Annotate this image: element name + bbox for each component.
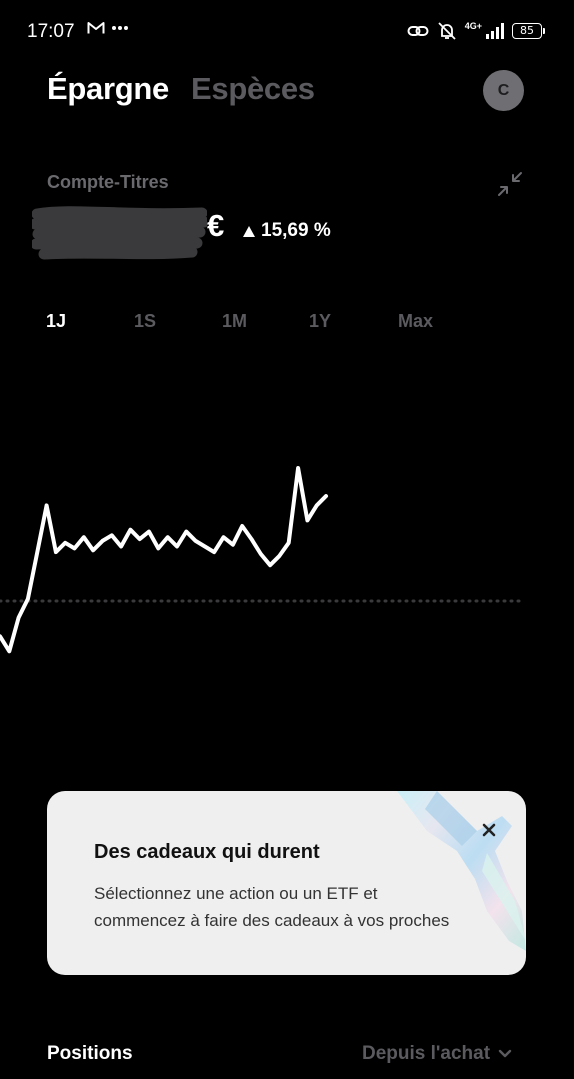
chevron-down-icon bbox=[498, 1049, 512, 1058]
range-tab-1j[interactable]: 1J bbox=[46, 311, 66, 332]
battery-level: 85 bbox=[520, 24, 534, 37]
more-dots-icon bbox=[112, 26, 128, 30]
signal-icon bbox=[486, 23, 504, 39]
close-icon bbox=[482, 823, 496, 837]
tab-epargne[interactable]: Épargne bbox=[47, 71, 169, 107]
promo-text-line-1: Sélectionnez une action ou un ETF et bbox=[94, 884, 378, 903]
chart-series-line bbox=[0, 466, 328, 654]
performance-value: 15,69 % bbox=[261, 220, 331, 241]
bell-off-icon bbox=[438, 22, 456, 40]
gmail-icon bbox=[87, 22, 105, 34]
range-tab-max[interactable]: Max bbox=[398, 311, 433, 332]
balance-redacted bbox=[32, 206, 207, 260]
sort-label: Depuis l'achat bbox=[362, 1043, 491, 1064]
status-right-icons: 4G+ 85 bbox=[407, 21, 545, 41]
collapse-icon[interactable] bbox=[497, 171, 523, 197]
avatar[interactable]: C bbox=[483, 70, 524, 111]
status-time: 17:07 bbox=[27, 21, 75, 42]
range-tab-1m[interactable]: 1M bbox=[222, 311, 247, 332]
link-icon bbox=[407, 26, 429, 36]
portfolio-chart[interactable] bbox=[0, 450, 574, 670]
avatar-initial: C bbox=[497, 81, 510, 99]
battery-icon: 85 bbox=[512, 23, 545, 39]
promo-title: Des cadeaux qui durent bbox=[94, 841, 320, 863]
close-button[interactable] bbox=[477, 818, 501, 842]
network-label: 4G+ bbox=[464, 21, 482, 31]
positions-heading: Positions bbox=[47, 1043, 133, 1064]
arrow-up-icon bbox=[243, 225, 255, 237]
range-tab-1s[interactable]: 1S bbox=[134, 311, 156, 332]
account-label: Compte-Titres bbox=[47, 172, 169, 192]
range-tab-1y[interactable]: 1Y bbox=[309, 311, 331, 332]
balance-currency: € bbox=[207, 208, 225, 243]
promo-card[interactable]: Des cadeaux qui durent Sélectionnez une … bbox=[47, 791, 526, 975]
status-left-icons bbox=[87, 21, 129, 35]
sort-dropdown[interactable]: Depuis l'achat bbox=[362, 1043, 512, 1065]
promo-text: Sélectionnez une action ou un ETF et com… bbox=[94, 880, 484, 934]
performance: 15,69 % bbox=[243, 220, 331, 242]
tab-especes[interactable]: Espèces bbox=[191, 71, 315, 107]
promo-text-line-2: commencez à faire des cadeaux à vos proc… bbox=[94, 911, 450, 930]
